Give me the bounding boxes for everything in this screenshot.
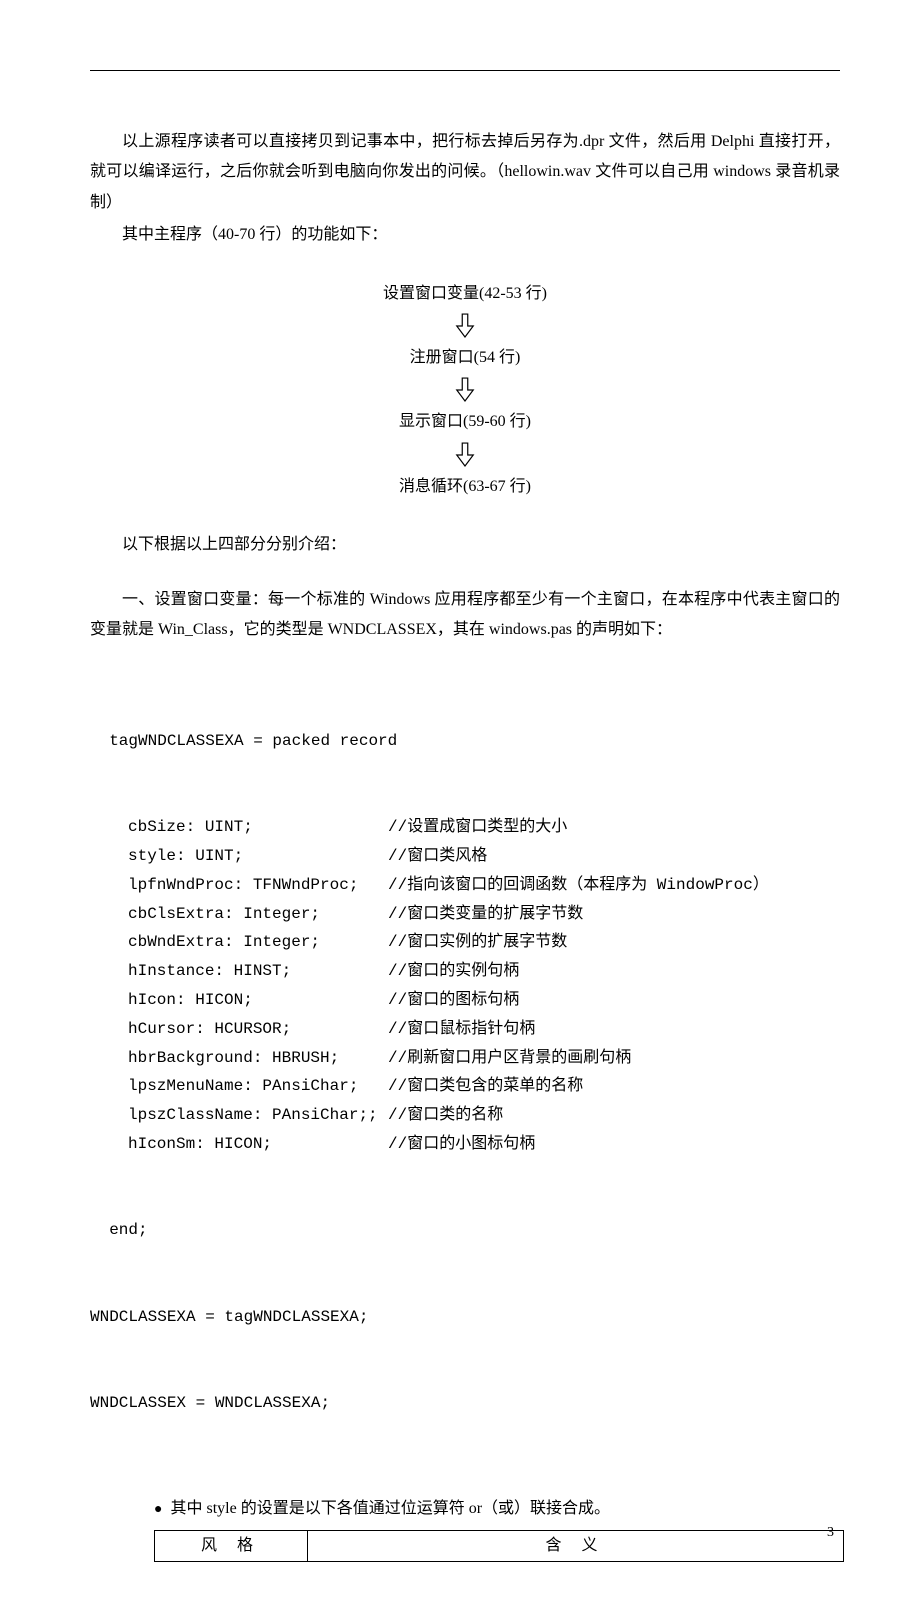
arrow-down-icon xyxy=(454,313,476,339)
code-line: hInstance: HINST;//窗口的实例句柄 xyxy=(90,957,840,986)
code-field: cbSize: UINT; xyxy=(90,813,388,842)
code-line: hbrBackground: HBRUSH;//刷新窗口用户区背景的画刷句柄 xyxy=(90,1044,840,1073)
top-rule xyxy=(90,70,840,71)
arrow-down-icon xyxy=(454,377,476,403)
code-comment: //窗口鼠标指针句柄 xyxy=(388,1015,840,1044)
code-line: tagWNDCLASSEXA = packed record xyxy=(90,727,840,756)
arrow-down-icon xyxy=(454,442,476,468)
table-header-meaning: 含 义 xyxy=(308,1531,844,1562)
code-comment: //窗口类的名称 xyxy=(388,1101,840,1130)
paragraph-main-fn: 其中主程序（40-70 行）的功能如下： xyxy=(90,220,840,250)
code-comment: //窗口的小图标句柄 xyxy=(388,1130,840,1159)
code-line: WNDCLASSEXA = tagWNDCLASSEXA; xyxy=(90,1303,840,1332)
code-field: cbWndExtra: Integer; xyxy=(90,928,388,957)
code-line: hIcon: HICON;//窗口的图标句柄 xyxy=(90,986,840,1015)
code-comment: //窗口类风格 xyxy=(388,842,840,871)
code-line: end; xyxy=(90,1216,840,1245)
code-line: lpszMenuName: PAnsiChar;//窗口类包含的菜单的名称 xyxy=(90,1072,840,1101)
table-header-row: 风 格 含 义 xyxy=(155,1531,844,1562)
document-page: 以上源程序读者可以直接拷贝到记事本中，把行标去掉后另存为.dpr 文件，然后用 … xyxy=(0,0,920,1602)
flowchart: 设置窗口变量(42-53 行) 注册窗口(54 行) 显示窗口(59-60 行)… xyxy=(90,279,840,503)
code-comment: //窗口类包含的菜单的名称 xyxy=(388,1072,840,1101)
code-line: cbWndExtra: Integer;//窗口实例的扩展字节数 xyxy=(90,928,840,957)
code-line: hIconSm: HICON;//窗口的小图标句柄 xyxy=(90,1130,840,1159)
flow-step-show: 显示窗口(59-60 行) xyxy=(399,407,531,437)
bullet-style-note: ● 其中 style 的设置是以下各值通过位运算符 or（或）联接合成。 xyxy=(90,1494,840,1524)
code-field: lpfnWndProc: TFNWndProc; xyxy=(90,871,388,900)
code-comment: //刷新窗口用户区背景的画刷句柄 xyxy=(388,1044,840,1073)
code-block-wndclassex: tagWNDCLASSEXA = packed record cbSize: U… xyxy=(90,669,840,1475)
code-field: hInstance: HINST; xyxy=(90,957,388,986)
code-field: lpszClassName: PAnsiChar;; xyxy=(90,1101,388,1130)
code-comment: //窗口实例的扩展字节数 xyxy=(388,928,840,957)
code-field: hCursor: HCURSOR; xyxy=(90,1015,388,1044)
code-field: hIcon: HICON; xyxy=(90,986,388,1015)
code-field: hIconSm: HICON; xyxy=(90,1130,388,1159)
code-comment: //窗口的实例句柄 xyxy=(388,957,840,986)
code-field: hbrBackground: HBRUSH; xyxy=(90,1044,388,1073)
flow-step-msg-loop: 消息循环(63-67 行) xyxy=(399,472,531,502)
code-comment: //设置成窗口类型的大小 xyxy=(388,813,840,842)
table-header-style: 风 格 xyxy=(155,1531,308,1562)
page-number: 3 xyxy=(827,1520,834,1547)
code-field: cbClsExtra: Integer; xyxy=(90,900,388,929)
code-line: cbClsExtra: Integer;//窗口类变量的扩展字节数 xyxy=(90,900,840,929)
code-line: cbSize: UINT;//设置成窗口类型的大小 xyxy=(90,813,840,842)
code-field: style: UINT; xyxy=(90,842,388,871)
flow-step-register: 注册窗口(54 行) xyxy=(410,343,521,373)
code-line: lpfnWndProc: TFNWndProc;//指向该窗口的回调函数（本程序… xyxy=(90,871,840,900)
code-comment: //窗口类变量的扩展字节数 xyxy=(388,900,840,929)
code-comment: //窗口的图标句柄 xyxy=(388,986,840,1015)
code-line: WNDCLASSEX = WNDCLASSEXA; xyxy=(90,1389,840,1418)
code-line: hCursor: HCURSOR;//窗口鼠标指针句柄 xyxy=(90,1015,840,1044)
code-comment: //指向该窗口的回调函数（本程序为 WindowProc） xyxy=(388,871,840,900)
bullet-icon: ● xyxy=(154,1503,162,1517)
flow-step-set-vars: 设置窗口变量(42-53 行) xyxy=(383,279,547,309)
section-intro: 以下根据以上四部分分别介绍： xyxy=(90,530,840,560)
code-line: style: UINT;//窗口类风格 xyxy=(90,842,840,871)
code-field: lpszMenuName: PAnsiChar; xyxy=(90,1072,388,1101)
code-line: lpszClassName: PAnsiChar;;//窗口类的名称 xyxy=(90,1101,840,1130)
section-one-heading: 一、设置窗口变量：每一个标准的 Windows 应用程序都至少有一个主窗口，在本… xyxy=(90,585,840,646)
bullet-text: 其中 style 的设置是以下各值通过位运算符 or（或）联接合成。 xyxy=(170,1494,610,1524)
style-table: 风 格 含 义 xyxy=(154,1530,844,1562)
paragraph-intro: 以上源程序读者可以直接拷贝到记事本中，把行标去掉后另存为.dpr 文件，然后用 … xyxy=(90,127,840,218)
